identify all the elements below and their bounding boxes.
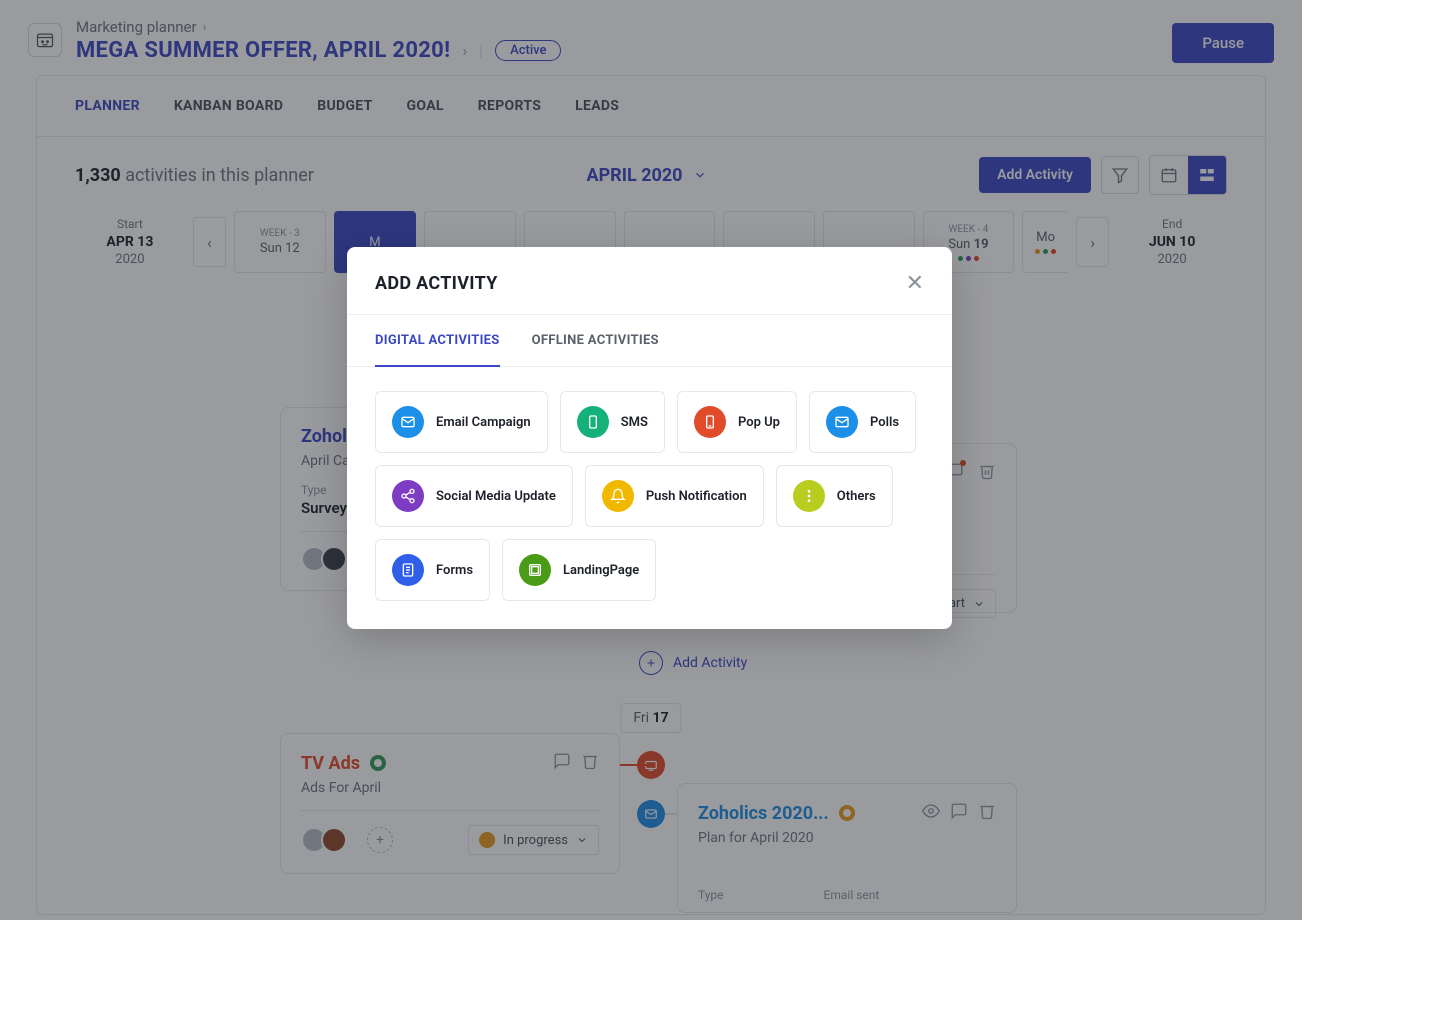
- activity-tile-email-campaign[interactable]: Email Campaign: [375, 391, 548, 453]
- modal-tabs: DIGITAL ACTIVITIES OFFLINE ACTIVITIES: [347, 314, 952, 367]
- bell-icon: [602, 480, 634, 512]
- activity-tile-landingpage[interactable]: LandingPage: [502, 539, 656, 601]
- activity-tile-sms[interactable]: SMS: [560, 391, 665, 453]
- activity-tile-label: Email Campaign: [436, 415, 531, 430]
- add-activity-modal: ADD ACTIVITY ✕ DIGITAL ACTIVITIES OFFLIN…: [347, 247, 952, 629]
- activity-tile-label: Forms: [436, 563, 473, 578]
- activity-tile-polls[interactable]: Polls: [809, 391, 916, 453]
- tab-digital-activities[interactable]: DIGITAL ACTIVITIES: [375, 315, 500, 366]
- activity-tile-label: SMS: [621, 415, 648, 430]
- dots-icon: [793, 480, 825, 512]
- activity-tile-label: Others: [837, 489, 876, 504]
- form-icon: [392, 554, 424, 586]
- activity-tile-social-media-update[interactable]: Social Media Update: [375, 465, 573, 527]
- activity-tile-label: LandingPage: [563, 563, 639, 578]
- activity-tile-push-notification[interactable]: Push Notification: [585, 465, 764, 527]
- modal-title: ADD ACTIVITY: [375, 273, 498, 294]
- activity-tile-label: Push Notification: [646, 489, 747, 504]
- share-icon: [392, 480, 424, 512]
- activity-tile-others[interactable]: Others: [776, 465, 893, 527]
- mail-icon: [826, 406, 858, 438]
- mail-icon: [392, 406, 424, 438]
- activity-tile-label: Pop Up: [738, 415, 780, 430]
- activity-tile-pop-up[interactable]: Pop Up: [677, 391, 797, 453]
- close-icon[interactable]: ✕: [906, 271, 924, 296]
- activity-tile-forms[interactable]: Forms: [375, 539, 490, 601]
- phone-icon: [577, 406, 609, 438]
- activity-tile-label: Polls: [870, 415, 899, 430]
- modal-header: ADD ACTIVITY ✕: [347, 247, 952, 314]
- device-icon: [694, 406, 726, 438]
- tab-offline-activities[interactable]: OFFLINE ACTIVITIES: [532, 315, 659, 366]
- activity-tile-label: Social Media Update: [436, 489, 556, 504]
- modal-body: Email Campaign SMS Pop Up Polls Social Media…: [347, 367, 952, 629]
- page-icon: [519, 554, 551, 586]
